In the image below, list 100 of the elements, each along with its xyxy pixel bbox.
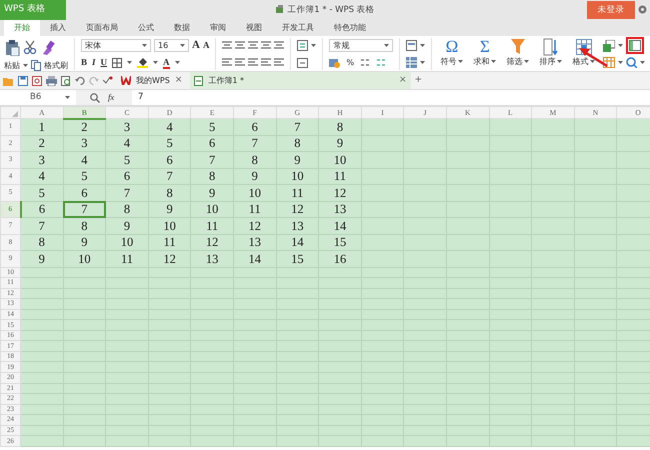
- login-button[interactable]: 未登录: [587, 1, 635, 19]
- table-cell: 10: [63, 250, 106, 267]
- table-cell: 10: [318, 152, 362, 168]
- underline-button[interactable]: U: [100, 56, 108, 70]
- table-cell: 11: [276, 184, 319, 201]
- table-cell: 12: [190, 234, 234, 250]
- document-tab[interactable]: 我的WPS ×: [117, 72, 186, 89]
- table-cell: 9: [106, 218, 148, 234]
- table-cell: 9: [20, 250, 64, 267]
- table-cell: 6: [148, 152, 191, 168]
- table-cell: 15: [318, 234, 362, 250]
- shrink-font-button[interactable]: A: [202, 38, 210, 52]
- table-cell: 12: [318, 184, 362, 201]
- table-cell: 4: [20, 168, 64, 184]
- table-cell: 9: [63, 234, 106, 250]
- table-cell: 2: [20, 135, 64, 152]
- table-cell: 5: [106, 152, 148, 168]
- table-cell: 9: [148, 201, 191, 218]
- table-cell: 8: [276, 135, 319, 152]
- font-dropdown[interactable]: 宋体: [81, 39, 151, 52]
- new-tab-button[interactable]: +: [414, 74, 422, 88]
- ribbon-tab[interactable]: 页面布局: [76, 20, 128, 36]
- table-cell: 4: [148, 118, 191, 135]
- table-cell: 16: [318, 250, 362, 267]
- table-cell: 3: [106, 118, 148, 135]
- tab-label: 我的WPS: [136, 74, 170, 86]
- active-cell[interactable]: 7: [63, 201, 106, 218]
- app-menu-button[interactable]: WPS 表格: [0, 0, 66, 20]
- table-cell: 14: [276, 234, 319, 250]
- cell-reference: B6: [30, 91, 42, 104]
- close-tab-button[interactable]: ×: [399, 74, 407, 88]
- table-cell: 5: [63, 168, 106, 184]
- table-cell: 11: [106, 250, 148, 267]
- sort-button[interactable]: 排序: [537, 38, 564, 67]
- ribbon-tab[interactable]: 开发工具: [272, 20, 324, 36]
- bold-button[interactable]: B: [81, 56, 88, 70]
- table-cell: 5: [190, 118, 234, 135]
- table-cell: 15: [276, 250, 319, 267]
- symbol-button[interactable]: Ω 符号: [438, 38, 466, 67]
- number-format-dropdown[interactable]: 常规: [329, 39, 394, 52]
- font-size-dropdown[interactable]: 16: [154, 39, 189, 52]
- table-cell: 5: [148, 135, 191, 152]
- name-box[interactable]: B6: [0, 90, 76, 104]
- table-cell: 9: [233, 168, 276, 184]
- font-name: 宋体: [85, 40, 101, 52]
- table-cell: 13: [190, 250, 234, 267]
- ribbon-tab[interactable]: 开始: [4, 20, 40, 36]
- font-size-value: 16: [158, 40, 168, 52]
- table-cell: 11: [190, 218, 234, 234]
- sum-icon: Σ: [480, 38, 490, 56]
- table-cell: 6: [190, 135, 234, 152]
- format-painter-button[interactable]: 格式刷: [44, 60, 68, 72]
- table-cell: 10: [190, 201, 234, 218]
- table-cell: 9: [318, 135, 362, 152]
- ribbon-tab[interactable]: 公式: [128, 20, 164, 36]
- percent-button[interactable]: %: [346, 56, 354, 68]
- table-cell: 10: [106, 234, 148, 250]
- number-format-value: 常规: [333, 40, 350, 52]
- table-cell: 11: [233, 201, 276, 218]
- ribbon-tab[interactable]: 插入: [40, 20, 76, 36]
- table-cell: 7: [148, 168, 191, 184]
- table-cell: 8: [20, 234, 64, 250]
- table-cell: 3: [63, 135, 106, 152]
- table-cell: 10: [276, 168, 319, 184]
- table-cell: 3: [20, 152, 64, 168]
- font-color-button[interactable]: A: [163, 56, 170, 68]
- table-cell: 1: [20, 118, 64, 135]
- table-cell: 7: [233, 135, 276, 152]
- filter-button[interactable]: 筛选: [504, 38, 532, 67]
- table-cell: 7: [20, 218, 64, 234]
- table-cell: 13: [318, 201, 362, 218]
- table-cell: 13: [233, 234, 276, 250]
- ribbon-tab[interactable]: 视图: [236, 20, 272, 36]
- ribbon-tab[interactable]: 审阅: [200, 20, 236, 36]
- ribbon-tab[interactable]: 数据: [164, 20, 200, 36]
- document-tab[interactable]: 工作簿1 * ×: [190, 72, 411, 89]
- table-cell: 8: [148, 184, 191, 201]
- formula-input[interactable]: 7: [132, 91, 144, 104]
- ribbon-tab[interactable]: 特色功能: [324, 20, 376, 36]
- paste-button[interactable]: 粘贴: [4, 60, 20, 72]
- table-cell: 10: [233, 184, 276, 201]
- table-cell: 4: [106, 135, 148, 152]
- table-cell: 12: [276, 201, 319, 218]
- omega-icon: Ω: [446, 38, 458, 56]
- table-cell: 4: [63, 152, 106, 168]
- table-cell: 11: [318, 168, 362, 184]
- table-cell: 7: [190, 152, 234, 168]
- table-cell: 8: [106, 201, 148, 218]
- insert-function-button[interactable]: fx: [108, 91, 114, 104]
- close-tab-button[interactable]: ×: [174, 74, 182, 88]
- grow-font-button[interactable]: A: [192, 37, 200, 54]
- table-cell: 8: [190, 168, 234, 184]
- table-cell: 6: [106, 168, 148, 184]
- italic-button[interactable]: I: [92, 56, 96, 70]
- window-title: 工作簿1 * - WPS 表格: [287, 5, 375, 15]
- table-cell: 8: [233, 152, 276, 168]
- table-cell: 9: [276, 152, 319, 168]
- sum-button[interactable]: Σ 求和: [471, 38, 498, 67]
- table-cell: 14: [233, 250, 276, 267]
- table-cell: 13: [276, 218, 319, 234]
